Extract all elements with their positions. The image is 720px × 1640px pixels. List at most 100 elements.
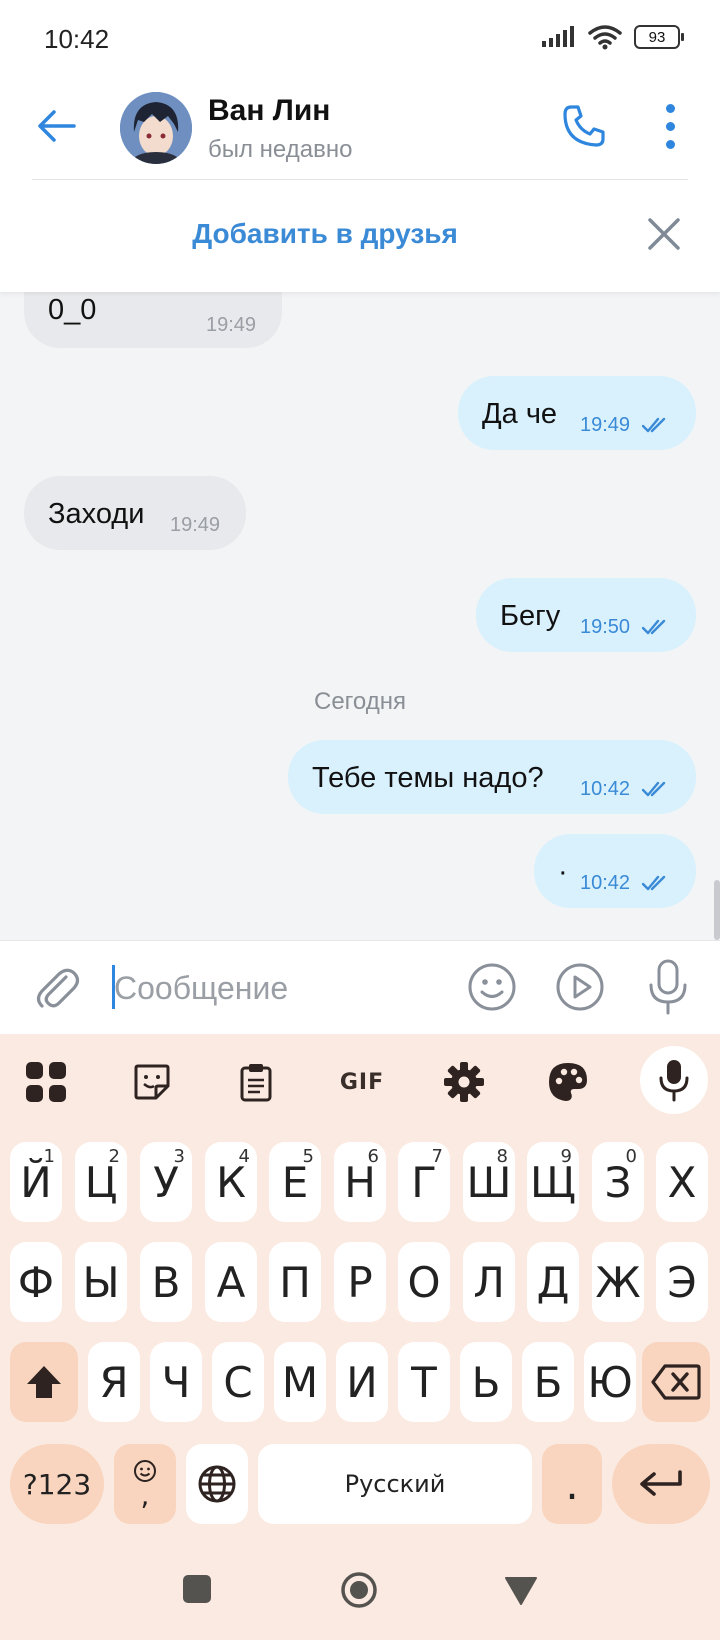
scrollbar[interactable] bbox=[714, 880, 720, 940]
key-н[interactable]: Н6 bbox=[334, 1142, 386, 1222]
message-input[interactable] bbox=[114, 959, 434, 1017]
key-label: О bbox=[407, 1257, 441, 1307]
key-ч[interactable]: Ч bbox=[150, 1342, 202, 1422]
key-ж[interactable]: Ж bbox=[592, 1242, 644, 1322]
gif-button[interactable]: GIF bbox=[334, 1058, 390, 1106]
key-к[interactable]: К4 bbox=[205, 1142, 257, 1222]
message-time: 19:49 bbox=[170, 514, 221, 536]
clipboard-button[interactable] bbox=[232, 1058, 280, 1106]
avatar[interactable] bbox=[120, 92, 192, 164]
key-ь[interactable]: Ь bbox=[460, 1342, 512, 1422]
key-ш[interactable]: Ш8 bbox=[463, 1142, 515, 1222]
contact-status: был недавно bbox=[208, 136, 353, 163]
key-label: ?123 bbox=[22, 1467, 92, 1501]
key-е[interactable]: Е5 bbox=[269, 1142, 321, 1222]
shift-key[interactable] bbox=[10, 1342, 78, 1422]
status-icons: 93 bbox=[542, 24, 684, 50]
key-я[interactable]: Я bbox=[88, 1342, 140, 1422]
key-label: . bbox=[565, 1459, 579, 1509]
key-label: Б bbox=[533, 1357, 563, 1407]
message-text: Бегу bbox=[500, 600, 561, 632]
contact-name[interactable]: Ван Лин bbox=[208, 94, 330, 128]
message-outgoing[interactable]: Бегу 19:50 bbox=[476, 578, 696, 652]
message-text: · bbox=[558, 856, 568, 888]
sticker-button[interactable] bbox=[128, 1058, 176, 1106]
dot-icon bbox=[665, 121, 675, 131]
key-т[interactable]: Т bbox=[398, 1342, 450, 1422]
key-в[interactable]: В bbox=[140, 1242, 192, 1322]
key-ю[interactable]: Ю bbox=[584, 1342, 636, 1422]
key-label: В bbox=[151, 1257, 181, 1307]
key-м[interactable]: М bbox=[274, 1342, 326, 1422]
message-list[interactable]: 0_0 19:49 Да че 19:49 Заходи 19:49 Бегу … bbox=[0, 292, 720, 940]
key-ф[interactable]: Ф bbox=[10, 1242, 62, 1322]
key-label: Х bbox=[667, 1157, 697, 1207]
message-outgoing[interactable]: Тебе темы надо? 10:42 bbox=[288, 740, 696, 814]
message-composer bbox=[0, 940, 720, 1034]
settings-button[interactable] bbox=[440, 1058, 488, 1106]
message-incoming[interactable]: 0_0 19:49 bbox=[24, 292, 282, 348]
key-hint: 0 bbox=[625, 1146, 637, 1167]
close-banner-button[interactable] bbox=[644, 214, 684, 254]
key-hint: 9 bbox=[560, 1146, 572, 1167]
key-щ[interactable]: Щ9 bbox=[527, 1142, 579, 1222]
emoji-button[interactable] bbox=[466, 961, 518, 1013]
key-у[interactable]: У3 bbox=[140, 1142, 192, 1222]
space-key[interactable]: Русский bbox=[258, 1444, 532, 1524]
key-х[interactable]: Х bbox=[656, 1142, 708, 1222]
key-р[interactable]: Р bbox=[334, 1242, 386, 1322]
key-с[interactable]: С bbox=[212, 1342, 264, 1422]
voice-message-button[interactable] bbox=[642, 957, 694, 1017]
symbols-key[interactable]: ?123 bbox=[10, 1444, 104, 1524]
key-г[interactable]: Г7 bbox=[398, 1142, 450, 1222]
key-ц[interactable]: Ц2 bbox=[75, 1142, 127, 1222]
enter-key[interactable] bbox=[612, 1444, 710, 1524]
key-д[interactable]: Д bbox=[527, 1242, 579, 1322]
theme-button[interactable] bbox=[544, 1058, 592, 1106]
date-separator: Сегодня bbox=[314, 688, 406, 715]
attach-button[interactable] bbox=[30, 961, 82, 1013]
video-message-button[interactable] bbox=[554, 961, 606, 1013]
period-key[interactable]: . bbox=[542, 1444, 602, 1524]
backspace-key[interactable] bbox=[642, 1342, 710, 1422]
key-и[interactable]: И bbox=[336, 1342, 388, 1422]
phone-icon bbox=[563, 105, 605, 147]
clipboard-icon bbox=[240, 1064, 272, 1102]
more-menu-button[interactable] bbox=[650, 98, 690, 154]
gif-label: GIF bbox=[339, 1069, 385, 1095]
key-label: Ы bbox=[82, 1257, 120, 1307]
home-button[interactable] bbox=[340, 1571, 378, 1609]
back-button[interactable] bbox=[30, 100, 82, 152]
smiley-icon bbox=[468, 963, 516, 1011]
key-label: Ю bbox=[587, 1357, 633, 1407]
key-а[interactable]: А bbox=[205, 1242, 257, 1322]
key-п[interactable]: П bbox=[269, 1242, 321, 1322]
dot-icon bbox=[665, 139, 675, 149]
key-э[interactable]: Э bbox=[656, 1242, 708, 1322]
emoji-key[interactable]: , bbox=[114, 1444, 176, 1524]
key-л[interactable]: Л bbox=[463, 1242, 515, 1322]
message-incoming[interactable]: Заходи 19:49 bbox=[24, 476, 246, 550]
message-time: 19:50 bbox=[580, 616, 631, 638]
key-о[interactable]: О bbox=[398, 1242, 450, 1322]
key-hint: 6 bbox=[367, 1146, 379, 1167]
message-outgoing[interactable]: · 10:42 bbox=[534, 834, 696, 908]
apps-button[interactable] bbox=[22, 1058, 70, 1106]
keyboard-voice-button[interactable] bbox=[640, 1046, 708, 1114]
message-outgoing[interactable]: Да че 19:49 bbox=[458, 376, 696, 450]
add-friend-link[interactable]: Добавить в друзья bbox=[0, 218, 650, 250]
key-hint: 3 bbox=[173, 1146, 185, 1167]
key-ы[interactable]: Ы bbox=[75, 1242, 127, 1322]
call-button[interactable] bbox=[556, 98, 612, 154]
back-nav-button[interactable] bbox=[504, 1576, 538, 1606]
language-key[interactable] bbox=[186, 1444, 248, 1524]
key-з[interactable]: З0 bbox=[592, 1142, 644, 1222]
palette-icon bbox=[549, 1063, 587, 1101]
key-hint: 2 bbox=[108, 1146, 120, 1167]
message-time: 10:42 bbox=[580, 872, 631, 894]
message-text: Заходи bbox=[48, 498, 145, 530]
recents-button[interactable] bbox=[182, 1574, 212, 1604]
key-б[interactable]: Б bbox=[522, 1342, 574, 1422]
backspace-icon bbox=[651, 1364, 701, 1400]
key-й[interactable]: Й1 bbox=[10, 1142, 62, 1222]
